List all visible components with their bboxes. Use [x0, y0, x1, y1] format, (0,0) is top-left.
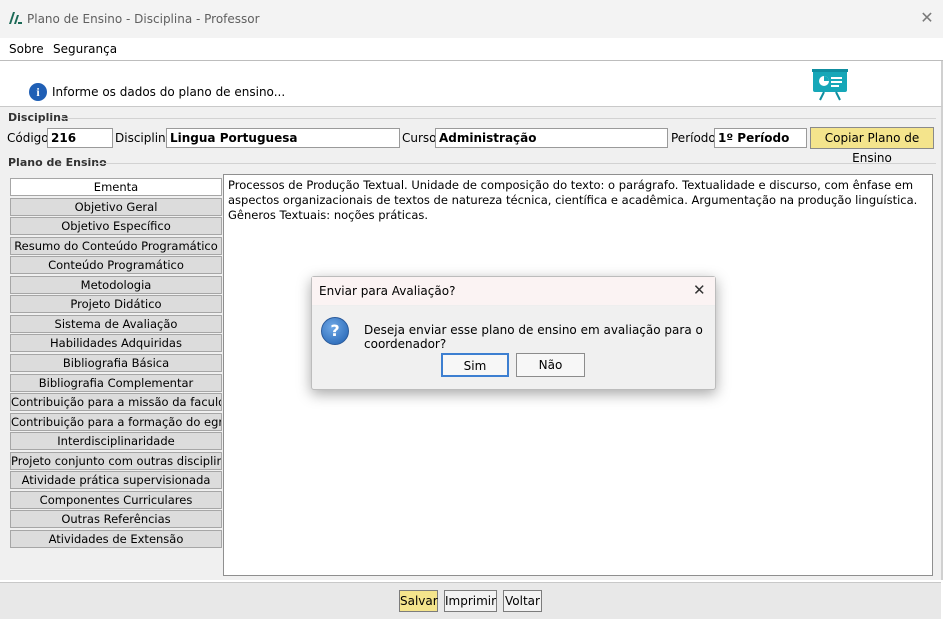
tab-12[interactable]: Contribuição para a formação do egresso [10, 413, 222, 431]
tab-15[interactable]: Atividade prática supervisionada [10, 471, 222, 489]
disciplina-separator [60, 118, 936, 119]
info-panel [0, 61, 943, 107]
window-title: Plano de Ensino - Disciplina - Professor [27, 12, 260, 26]
info-icon: i [29, 83, 47, 101]
tab-13[interactable]: Interdisciplinaridade [10, 432, 222, 450]
tab-14[interactable]: Projeto conjunto com outras disciplinas [10, 452, 222, 470]
tab-11[interactable]: Contribuição para a missão da faculdade [10, 393, 222, 411]
curso-field[interactable]: Administração [435, 128, 668, 148]
tab-9[interactable]: Bibliografia Básica [10, 354, 222, 372]
disciplina-field[interactable]: Lingua Portuguesa [166, 128, 400, 148]
save-button[interactable]: Salvar [399, 590, 438, 612]
back-button[interactable]: Voltar [503, 590, 542, 612]
no-button[interactable]: Não [516, 353, 585, 377]
tab-1[interactable]: Objetivo Geral [10, 198, 222, 216]
codigo-label: Código: [7, 131, 53, 145]
info-message: Informe os dados do plano de ensino... [52, 85, 286, 99]
tab-2[interactable]: Objetivo Específico [10, 217, 222, 235]
yes-button[interactable]: Sim [441, 353, 509, 377]
menu-sobre[interactable]: Sobre [9, 42, 44, 56]
tab-17[interactable]: Outras Referências [10, 510, 222, 528]
menu-seguranca[interactable]: Segurança [53, 42, 117, 56]
tab-8[interactable]: Habilidades Adquiridas [10, 334, 222, 352]
window-close-button[interactable]: ✕ [918, 9, 936, 27]
tab-0[interactable]: Ementa [10, 178, 222, 196]
menu-bar [0, 38, 943, 61]
tab-7[interactable]: Sistema de Avaliação [10, 315, 222, 333]
question-icon: ? [321, 317, 349, 345]
codigo-field[interactable]: 216 [47, 128, 113, 148]
dialog-message: Deseja enviar esse plano de ensino em av… [364, 323, 703, 351]
tab-5[interactable]: Metodologia [10, 276, 222, 294]
tab-16[interactable]: Componentes Curriculares [10, 491, 222, 509]
app-logo-icon [9, 12, 22, 24]
tab-4[interactable]: Conteúdo Programático [10, 256, 222, 274]
dialog-close-button[interactable]: ✕ [693, 281, 706, 299]
plano-group-label: Plano de Ensino [8, 156, 107, 169]
plano-separator [94, 163, 936, 164]
tab-18[interactable]: Atividades de Extensão [10, 530, 222, 548]
dialog-title: Enviar para Avaliação? [319, 284, 456, 298]
tab-6[interactable]: Projeto Didático [10, 295, 222, 313]
tab-3[interactable]: Resumo do Conteúdo Programático [10, 237, 222, 255]
copy-plan-button[interactable]: Copiar Plano de Ensino [810, 127, 934, 165]
periodo-field[interactable]: 1º Período [714, 128, 807, 148]
periodo-label: Período: [671, 131, 720, 145]
confirm-dialog: Enviar para Avaliação? ✕ ? Deseja enviar… [311, 276, 716, 390]
tab-10[interactable]: Bibliografia Complementar [10, 374, 222, 392]
print-button[interactable]: Imprimir [444, 590, 497, 612]
presentation-board-icon [812, 69, 848, 101]
